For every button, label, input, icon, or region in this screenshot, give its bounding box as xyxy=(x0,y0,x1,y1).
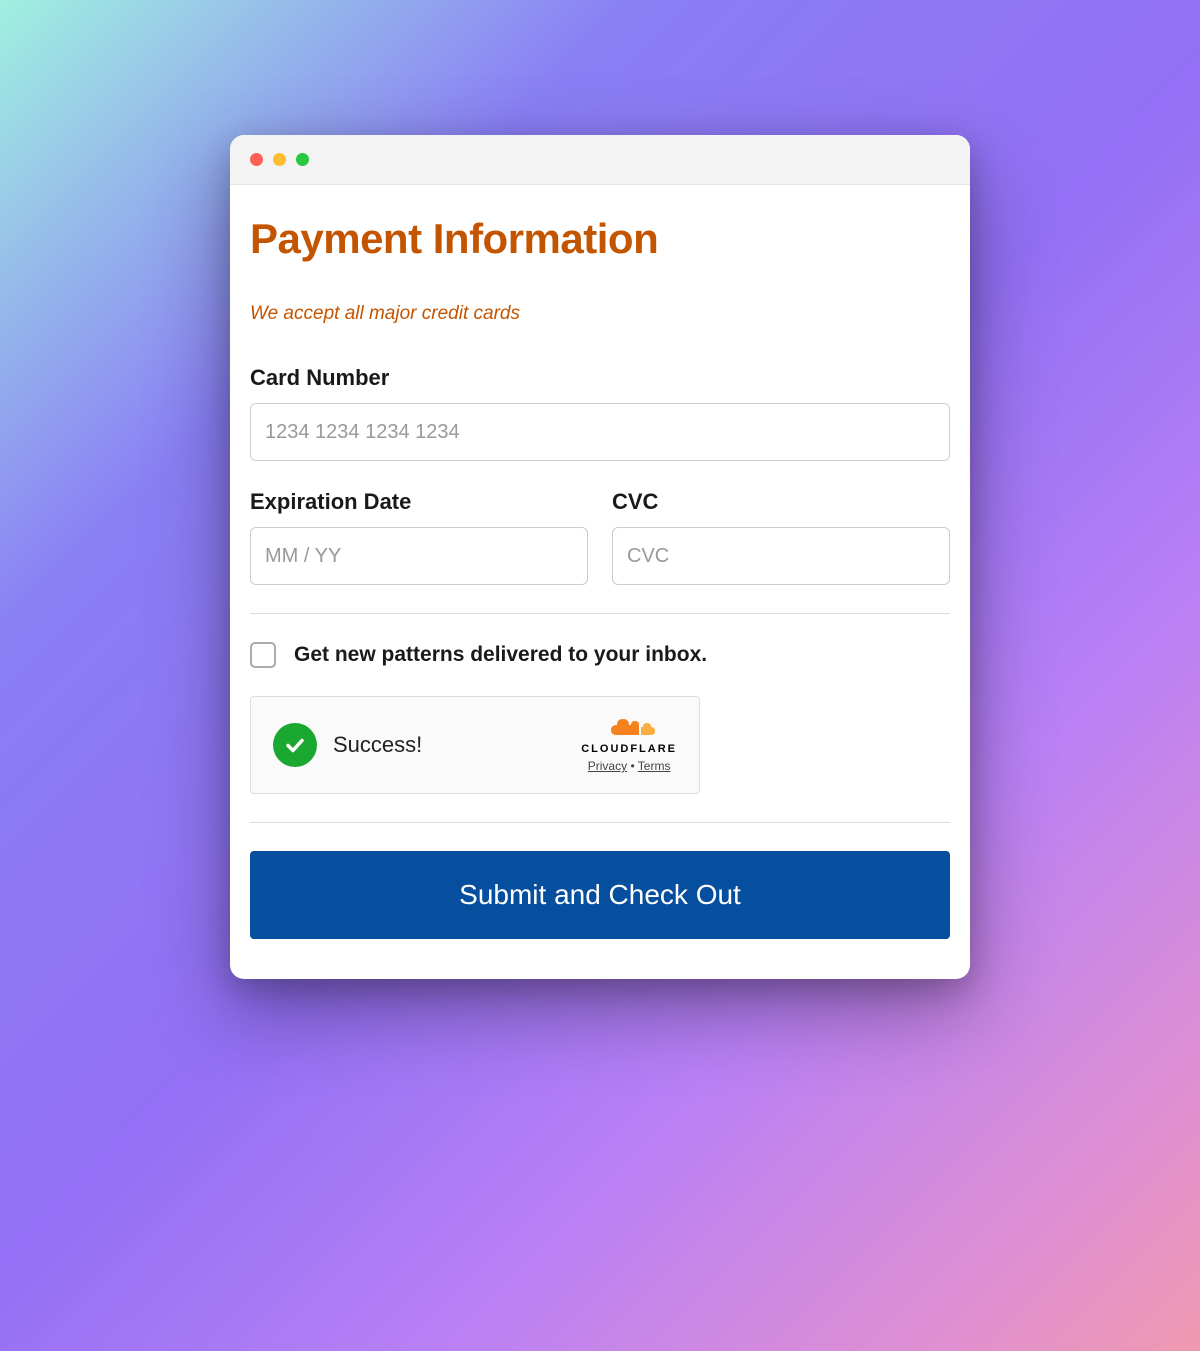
minimize-icon[interactable] xyxy=(273,153,286,166)
captcha-links: Privacy • Terms xyxy=(581,759,677,773)
page-subtitle: We accept all major credit cards xyxy=(250,303,950,325)
window-titlebar xyxy=(230,135,970,185)
captcha-privacy-link[interactable]: Privacy xyxy=(588,759,627,773)
expiry-cvc-row: Expiration Date CVC xyxy=(250,489,950,585)
expiration-input[interactable] xyxy=(250,527,588,585)
divider xyxy=(250,822,950,823)
cloudflare-icon xyxy=(601,717,657,741)
maximize-icon[interactable] xyxy=(296,153,309,166)
card-number-field: Card Number xyxy=(250,365,950,461)
cloudflare-logo: CLOUDFLARE xyxy=(581,717,677,755)
captcha-status-text: Success! xyxy=(333,732,422,758)
expiration-label: Expiration Date xyxy=(250,489,588,515)
divider xyxy=(250,613,950,614)
card-number-label: Card Number xyxy=(250,365,950,391)
submit-button[interactable]: Submit and Check Out xyxy=(250,851,950,939)
cloudflare-brand-text: CLOUDFLARE xyxy=(581,743,677,755)
cvc-label: CVC xyxy=(612,489,950,515)
payment-window: Payment Information We accept all major … xyxy=(230,135,970,979)
cvc-field: CVC xyxy=(612,489,950,585)
form-content: Payment Information We accept all major … xyxy=(230,185,970,979)
expiration-field: Expiration Date xyxy=(250,489,588,585)
captcha-widget: Success! CLOUDFLARE Privacy • Terms xyxy=(250,696,700,794)
captcha-terms-link[interactable]: Terms xyxy=(638,759,671,773)
newsletter-checkbox[interactable] xyxy=(250,642,276,668)
card-number-input[interactable] xyxy=(250,403,950,461)
captcha-status-area: Success! xyxy=(273,723,422,767)
captcha-brand-area: CLOUDFLARE Privacy • Terms xyxy=(581,717,677,773)
newsletter-label: Get new patterns delivered to your inbox… xyxy=(294,643,707,667)
cvc-input[interactable] xyxy=(612,527,950,585)
checkmark-icon xyxy=(273,723,317,767)
page-title: Payment Information xyxy=(250,215,950,263)
captcha-link-separator: • xyxy=(630,759,634,773)
close-icon[interactable] xyxy=(250,153,263,166)
newsletter-row: Get new patterns delivered to your inbox… xyxy=(250,642,950,668)
